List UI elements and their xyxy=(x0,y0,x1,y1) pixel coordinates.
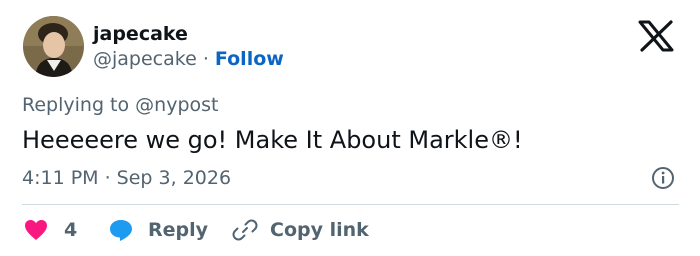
link-icon xyxy=(232,219,258,241)
divider xyxy=(22,204,679,205)
reply-button[interactable]: Reply xyxy=(108,216,208,244)
separator-dot: · xyxy=(202,48,209,70)
info-icon[interactable] xyxy=(651,166,675,190)
like-button[interactable]: 4 xyxy=(24,216,77,244)
speech-bubble-icon xyxy=(110,220,132,241)
tweet-text: Heeeeere we go! Make It About Markle®! xyxy=(22,126,523,154)
copy-link-button[interactable]: Copy link xyxy=(232,216,369,244)
avatar[interactable] xyxy=(23,16,84,77)
like-count: 4 xyxy=(64,219,78,241)
replying-to: Replying to @nypost xyxy=(22,94,219,116)
copy-link-label: Copy link xyxy=(270,219,369,241)
portrait-avatar xyxy=(23,16,84,77)
handle-line: @japecake · Follow xyxy=(93,47,284,71)
heart-icon xyxy=(25,220,47,240)
display-name[interactable]: japecake xyxy=(93,22,188,46)
tweet-card: japecake @japecake · Follow Replying to … xyxy=(0,0,700,256)
reply-label: Reply xyxy=(148,219,209,241)
x-logo-icon[interactable] xyxy=(636,20,676,52)
handle[interactable]: @japecake xyxy=(93,48,197,70)
follow-button[interactable]: Follow xyxy=(215,48,284,70)
timestamp[interactable]: 4:11 PM · Sep 3, 2026 xyxy=(22,166,231,190)
